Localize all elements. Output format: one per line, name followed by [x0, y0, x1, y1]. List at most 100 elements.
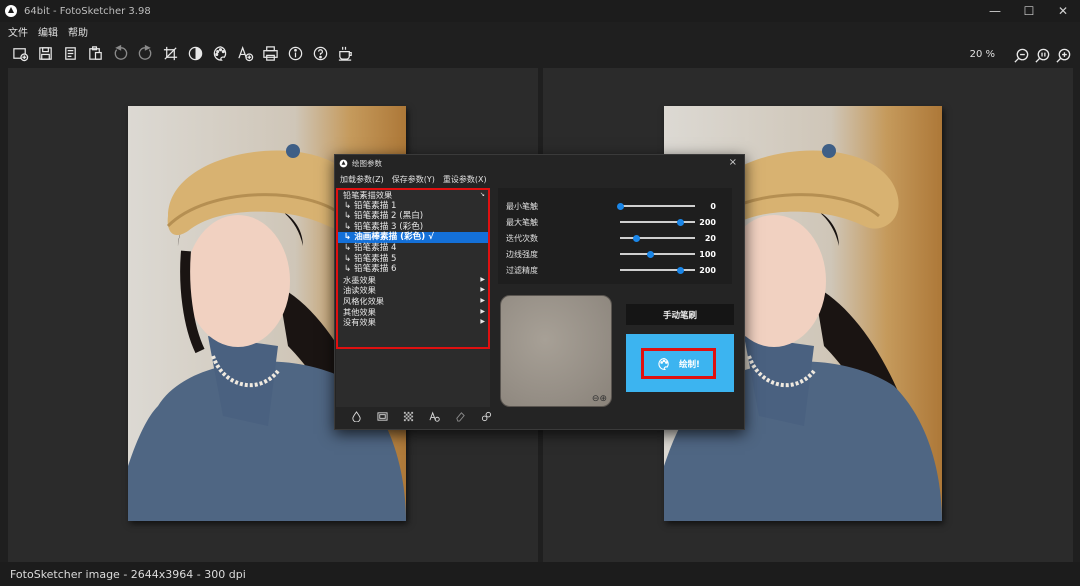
print-button[interactable]	[258, 42, 283, 64]
info-button[interactable]	[283, 42, 308, 64]
effect-group-none[interactable]: 没有效果 ▶	[338, 317, 488, 328]
drawing-parameters-dialog: 绘图参数 × 加载参数(Z) 保存参数(Y) 重设参数(X) 铅笔素描效果 ↘ …	[334, 154, 745, 430]
effect-item-label: 铅笔素描 3 (彩色)	[353, 221, 424, 232]
link-icon	[481, 411, 491, 422]
effect-group-label: 风格化效果	[343, 295, 384, 306]
param-label: 最大笔触	[506, 217, 538, 227]
maximize-icon: ☐	[1023, 4, 1035, 18]
effect-preview[interactable]: ⊖⊕	[500, 295, 612, 407]
draw-area: 绘制!	[626, 334, 734, 392]
slider-knob[interactable]	[676, 218, 684, 226]
effect-tree: 铅笔素描效果 ↘ ↳ 铅笔素描 1 ↳ 铅笔素描 2 (黑白) ↳ 铅笔素描 3…	[336, 188, 490, 349]
contrast-button[interactable]	[183, 42, 208, 64]
param-value: 200	[699, 265, 716, 275]
texture-button[interactable]	[395, 411, 421, 422]
preview-zoom-icon[interactable]: ⊖⊕	[592, 394, 607, 404]
manual-brush-button[interactable]: 手动笔刷	[626, 304, 734, 325]
slider-knob[interactable]	[646, 250, 654, 258]
param-value: 100	[699, 249, 716, 259]
slider-knob[interactable]	[633, 234, 640, 242]
coffee-icon	[338, 46, 352, 61]
menu-help[interactable]: 帮助	[68, 24, 88, 39]
param-label: 最小笔触	[506, 201, 538, 211]
close-button[interactable]: ✕	[1046, 0, 1080, 22]
param-slider[interactable]	[620, 218, 695, 226]
open-image-button[interactable]	[8, 42, 33, 64]
open-image-icon	[13, 47, 29, 61]
text-effect-icon	[428, 411, 440, 422]
effect-item-selected[interactable]: ↳ 油画棒素描 (彩色) √	[338, 232, 488, 243]
zoom-level: 20 %	[969, 49, 995, 60]
water-drop-button[interactable]	[343, 411, 369, 422]
copy-button[interactable]	[58, 42, 83, 64]
draw-button[interactable]: 绘制!	[644, 351, 713, 376]
effect-item[interactable]: ↳ 铅笔素描 6	[338, 264, 488, 275]
effect-item[interactable]: ↳ 铅笔素描 2 (黑白)	[338, 211, 488, 222]
palette-icon	[658, 357, 669, 370]
expand-arrow-icon: ▶	[480, 275, 485, 283]
menu-reset-params[interactable]: 重设参数(X)	[443, 174, 487, 185]
close-icon: ✕	[1057, 4, 1069, 18]
effect-group-ink[interactable]: 水墨效果 ▶	[338, 275, 488, 286]
effect-group-label: 水墨效果	[343, 274, 376, 285]
eraser-button[interactable]	[447, 411, 473, 422]
param-min-stroke: 最小笔触 0	[498, 198, 732, 214]
help-button[interactable]	[308, 42, 333, 64]
param-slider[interactable]	[620, 266, 695, 274]
effect-item[interactable]: ↳ 铅笔素描 4	[338, 243, 488, 254]
paste-button[interactable]	[83, 42, 108, 64]
effect-item-label: 铅笔素描 1	[353, 200, 397, 211]
expand-arrow-icon: ▶	[480, 286, 485, 294]
effect-group-stylize[interactable]: 风格化效果 ▶	[338, 296, 488, 307]
effect-group-other[interactable]: 其他效果 ▶	[338, 307, 488, 318]
minimize-button[interactable]: —	[978, 0, 1012, 22]
status-text: FotoSketcher image - 2644x3964 - 300 dpi	[10, 567, 246, 581]
menu-load-params[interactable]: 加载参数(Z)	[340, 174, 384, 185]
param-iterations: 迭代次数 20	[498, 230, 732, 246]
effect-group-paint[interactable]: 油读效果 ▶	[338, 285, 488, 296]
param-label: 过滤精度	[506, 265, 538, 275]
crop-icon	[163, 46, 178, 60]
contrast-icon	[188, 46, 203, 60]
param-label: 边线强度	[506, 249, 538, 259]
param-slider[interactable]	[620, 234, 695, 242]
palette-button[interactable]	[208, 42, 233, 64]
save-button[interactable]	[33, 42, 58, 64]
link-button[interactable]	[473, 411, 499, 422]
effect-item[interactable]: ↳ 铅笔素描 1	[338, 201, 488, 212]
effect-item[interactable]: ↳ 铅笔素描 5	[338, 254, 488, 265]
effect-group-pencil[interactable]: 铅笔素描效果 ↘	[338, 190, 488, 201]
crop-button[interactable]	[158, 42, 183, 64]
donate-button[interactable]	[333, 42, 358, 64]
menu-file[interactable]: 文件	[8, 24, 28, 39]
texture-icon	[403, 411, 413, 422]
zoom-reset-button[interactable]	[1032, 44, 1053, 66]
zoom-out-button[interactable]	[1011, 44, 1032, 66]
minimize-icon: —	[989, 4, 1001, 18]
frame-button[interactable]	[369, 411, 395, 422]
slider-knob[interactable]	[676, 266, 684, 274]
maximize-button[interactable]: ☐	[1012, 0, 1046, 22]
param-slider[interactable]	[620, 250, 695, 258]
parameter-panel: 最小笔触 0 最大笔触 200 迭代次数 20 边线强度 100 过滤精度 20…	[498, 188, 732, 284]
menu-save-params[interactable]: 保存参数(Y)	[392, 174, 435, 185]
menu-bar: 文件 编辑 帮助	[0, 22, 98, 40]
dialog-tool-icons	[343, 411, 499, 422]
text-effect-button[interactable]	[421, 411, 447, 422]
param-filter-precision: 过滤精度 200	[498, 262, 732, 278]
dialog-title-bar: 绘图参数	[335, 155, 744, 172]
status-bar: FotoSketcher image - 2644x3964 - 300 dpi	[0, 562, 1080, 586]
paste-icon	[89, 45, 102, 60]
redo-button[interactable]	[133, 42, 158, 64]
param-slider[interactable]	[616, 202, 695, 210]
effect-item[interactable]: ↳ 铅笔素描 3 (彩色)	[338, 222, 488, 233]
dialog-logo-icon	[339, 159, 348, 168]
add-text-button[interactable]	[233, 42, 258, 64]
slider-knob[interactable]	[616, 202, 624, 210]
undo-button[interactable]	[108, 42, 133, 64]
draw-button-label: 绘制!	[679, 359, 700, 370]
menu-edit[interactable]: 编辑	[38, 24, 58, 39]
dialog-close-button[interactable]: ×	[729, 157, 737, 168]
zoom-in-button[interactable]	[1053, 44, 1074, 66]
effect-item-label: 铅笔素描 5	[353, 253, 397, 264]
